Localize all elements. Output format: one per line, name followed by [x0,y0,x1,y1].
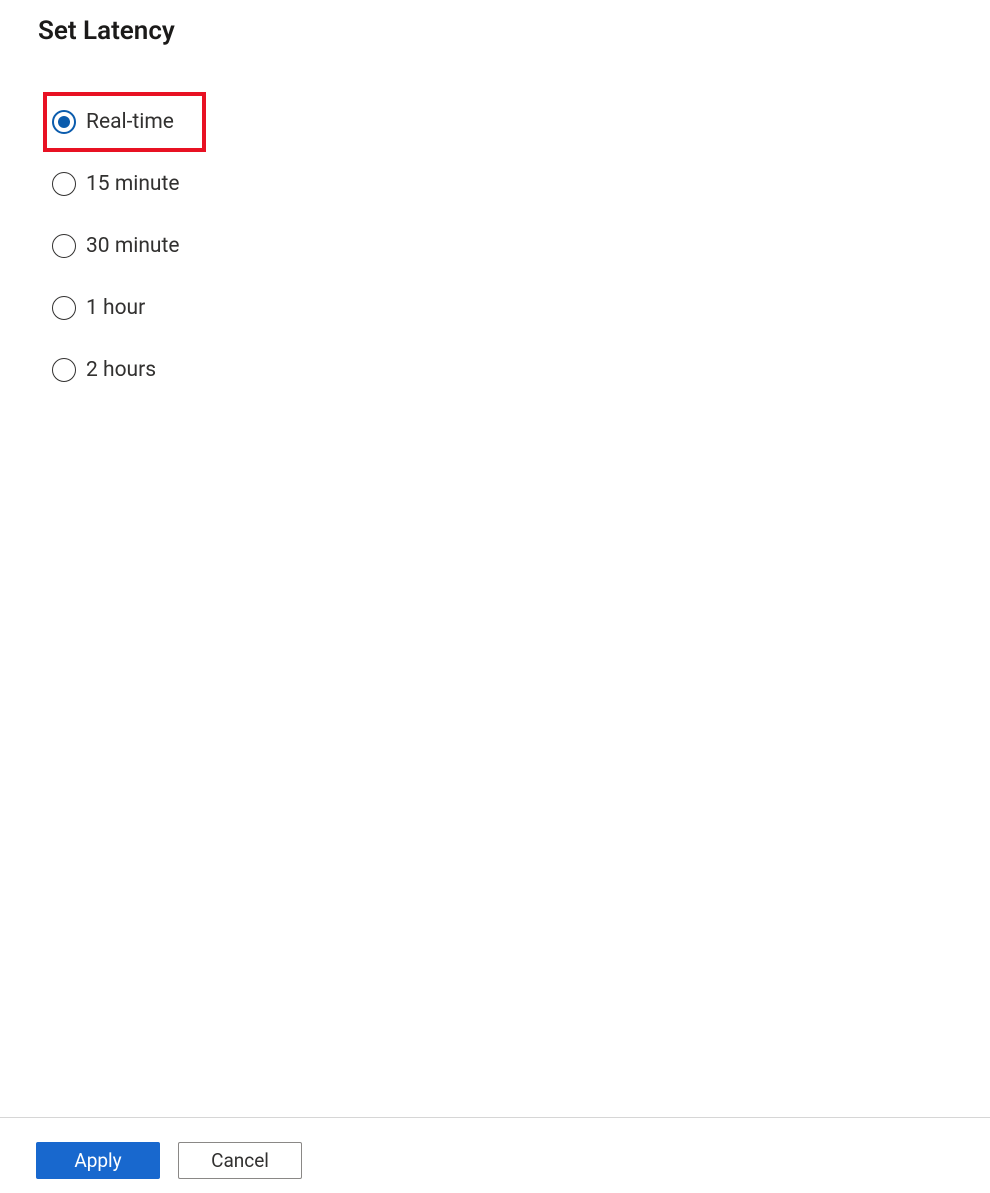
radio-icon [52,296,76,320]
radio-label: 15 minute [86,172,180,196]
cancel-button[interactable]: Cancel [178,1142,302,1179]
radio-label: 30 minute [86,234,180,258]
radio-label: 1 hour [86,296,145,320]
radio-option-30-minute[interactable]: 30 minute [52,234,206,258]
radio-inner-dot-icon [58,116,70,128]
radio-icon [52,234,76,258]
apply-button[interactable]: Apply [36,1142,160,1179]
radio-option-1-hour[interactable]: 1 hour [52,296,206,320]
radio-icon [52,110,76,134]
radio-label: Real-time [86,110,174,134]
radio-option-2-hours[interactable]: 2 hours [52,358,206,382]
radio-option-real-time[interactable]: Real-time [43,92,206,152]
radio-icon [52,358,76,382]
dialog-footer: Apply Cancel [0,1117,990,1193]
radio-icon [52,172,76,196]
radio-label: 2 hours [86,358,156,382]
radio-option-15-minute[interactable]: 15 minute [52,172,206,196]
page-title: Set Latency [38,16,175,46]
latency-radio-group: Real-time 15 minute 30 minute 1 hour 2 h… [52,110,206,420]
